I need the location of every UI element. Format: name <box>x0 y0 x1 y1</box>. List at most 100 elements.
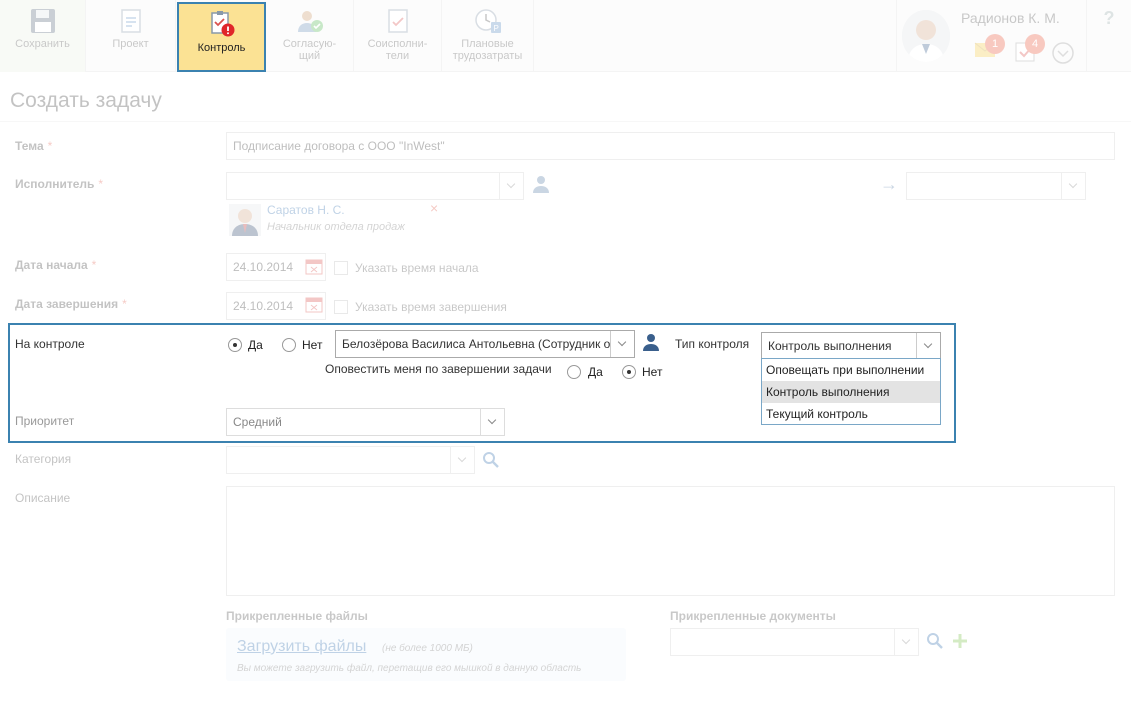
required-mark: * <box>47 139 53 153</box>
svg-text:P: P <box>493 24 498 33</box>
controller-value: Белозёрова Василиса Антольевна (Сотрудни… <box>342 337 611 351</box>
executor-label-text: Исполнитель <box>15 177 95 191</box>
topic-label: Тема * <box>15 139 52 153</box>
toolbar: Сохранить Проект Согласую- щий Соисполни… <box>0 0 1131 72</box>
on-control-label: На контроле <box>15 337 85 351</box>
help-button[interactable]: ? <box>1086 0 1131 72</box>
approver-user-icon <box>297 11 323 32</box>
user-avatar[interactable] <box>902 10 950 62</box>
upload-hint: Вы можете загрузить файл, перетащив его … <box>237 663 582 674</box>
project-label: Проект <box>112 38 149 50</box>
start-time-checkbox[interactable] <box>334 261 348 275</box>
task-count-badge: 4 <box>1025 34 1045 54</box>
save-button[interactable]: Сохранить <box>0 0 86 72</box>
topic-label-text: Тема <box>15 139 44 153</box>
user-photo-icon <box>902 10 950 62</box>
dropdown-option[interactable]: Оповещать при выполнении <box>762 359 940 381</box>
control-no-label: Нет <box>302 338 323 352</box>
start-time-label: Указать время начала <box>355 261 479 275</box>
chevron-down-icon[interactable] <box>499 173 523 199</box>
start-date-label: Дата начала * <box>15 258 96 272</box>
description-label: Описание <box>15 491 71 505</box>
controller-select[interactable]: Белозёрова Василиса Антольевна (Сотрудни… <box>335 330 635 358</box>
chevron-down-icon[interactable] <box>610 331 634 357</box>
notify-no-radio[interactable] <box>622 365 636 379</box>
priority-select[interactable]: Средний <box>226 408 505 436</box>
dropdown-option-selected[interactable]: Контроль выполнения <box>762 381 940 403</box>
chevron-down-icon[interactable] <box>480 409 504 435</box>
divider <box>0 121 1131 122</box>
required-mark: * <box>91 258 97 272</box>
notify-label: Оповестить меня по завершении задачи <box>325 362 552 376</box>
start-date-label-text: Дата начала <box>15 258 88 272</box>
arrow-right-icon: → <box>880 174 898 194</box>
co-executors-doc-icon <box>387 9 408 33</box>
remove-executor-icon[interactable]: × <box>430 200 438 216</box>
executor-select[interactable] <box>226 172 524 200</box>
mail-count-badge: 1 <box>985 34 1005 54</box>
control-type-label: Тип контроля <box>675 337 750 351</box>
required-mark: * <box>122 297 127 311</box>
attached-files-label: Прикрепленные файлы <box>226 609 368 623</box>
page-title: Создать задачу <box>10 89 162 112</box>
co-executors-label-1: Соисполни- <box>367 38 428 50</box>
priority-value: Средний <box>233 415 282 429</box>
attached-docs-label: Прикрепленные документы <box>670 609 836 623</box>
description-textarea[interactable] <box>226 486 1115 596</box>
project-button[interactable]: Проект <box>86 0 176 72</box>
upload-link[interactable]: Загрузить файлы <box>237 638 366 656</box>
notify-no-label: Нет <box>642 365 663 379</box>
clock-icon: P <box>474 9 501 33</box>
category-select[interactable] <box>226 446 475 474</box>
control-no-radio[interactable] <box>282 338 296 352</box>
chevron-down-icon[interactable] <box>450 447 474 473</box>
control-type-dropdown: Оповещать при выполнении Контроль выполн… <box>761 358 941 425</box>
priority-label: Приоритет <box>15 414 75 428</box>
end-date-label: Дата завершения * <box>15 297 127 311</box>
approvers-label-1: Согласую- <box>282 38 337 50</box>
executor-avatar <box>229 204 261 236</box>
executor-person-role: Начальник отдела продаж <box>267 221 405 233</box>
delegate-select[interactable] <box>906 172 1086 200</box>
end-date-label-text: Дата завершения <box>15 297 119 311</box>
upload-dropzone[interactable]: Загрузить файлы (не более 1000 МБ) Вы мо… <box>226 628 626 681</box>
control-type-select[interactable]: Контроль выполнения <box>761 332 941 360</box>
notify-yes-radio[interactable] <box>567 365 581 379</box>
user-name[interactable]: Радионов К. М. <box>961 10 1060 26</box>
clipboard-alert-icon <box>210 11 234 37</box>
attached-docs-select[interactable] <box>670 628 919 656</box>
upload-limit: (не более 1000 МБ) <box>382 643 473 654</box>
executor-person-name[interactable]: Саратов Н. С. <box>267 203 345 217</box>
executor-label: Исполнитель * <box>15 177 103 191</box>
dropdown-option[interactable]: Текущий контроль <box>762 403 940 425</box>
control-label: Контроль <box>197 42 246 54</box>
search-icon[interactable] <box>482 451 500 469</box>
calendar-icon[interactable] <box>305 296 323 313</box>
co-executors-button[interactable]: Соисполни- тели <box>354 0 442 72</box>
category-label: Категория <box>15 452 72 466</box>
required-mark: * <box>98 177 104 191</box>
approvers-button[interactable]: Согласую- щий <box>266 0 354 72</box>
end-time-label: Указать время завершения <box>355 300 507 314</box>
control-button[interactable]: Контроль <box>177 2 266 72</box>
project-doc-icon <box>120 9 141 33</box>
search-icon[interactable] <box>926 632 944 650</box>
topic-input[interactable]: Подписание договора с ООО "InWest" <box>226 132 1115 160</box>
user-picker-icon[interactable] <box>642 333 660 351</box>
floppy-icon <box>30 9 55 33</box>
user-picker-icon[interactable] <box>532 175 550 193</box>
chevron-down-icon[interactable] <box>894 629 918 655</box>
add-plus-icon[interactable] <box>951 632 969 650</box>
calendar-icon[interactable] <box>305 258 323 275</box>
save-label: Сохранить <box>15 38 70 50</box>
planned-effort-label-1: Плановые <box>461 38 514 50</box>
approvers-label-2: щий <box>298 50 321 62</box>
planned-effort-button[interactable]: P Плановые трудозатраты <box>442 0 534 72</box>
end-time-checkbox[interactable] <box>334 300 348 314</box>
control-yes-label: Да <box>248 338 263 352</box>
chevron-down-icon[interactable] <box>1061 173 1085 199</box>
chevron-down-circle-icon[interactable] <box>1051 41 1075 65</box>
planned-effort-label-2: трудозатраты <box>452 50 523 62</box>
chevron-down-icon[interactable] <box>916 333 940 359</box>
control-yes-radio[interactable] <box>228 338 242 352</box>
